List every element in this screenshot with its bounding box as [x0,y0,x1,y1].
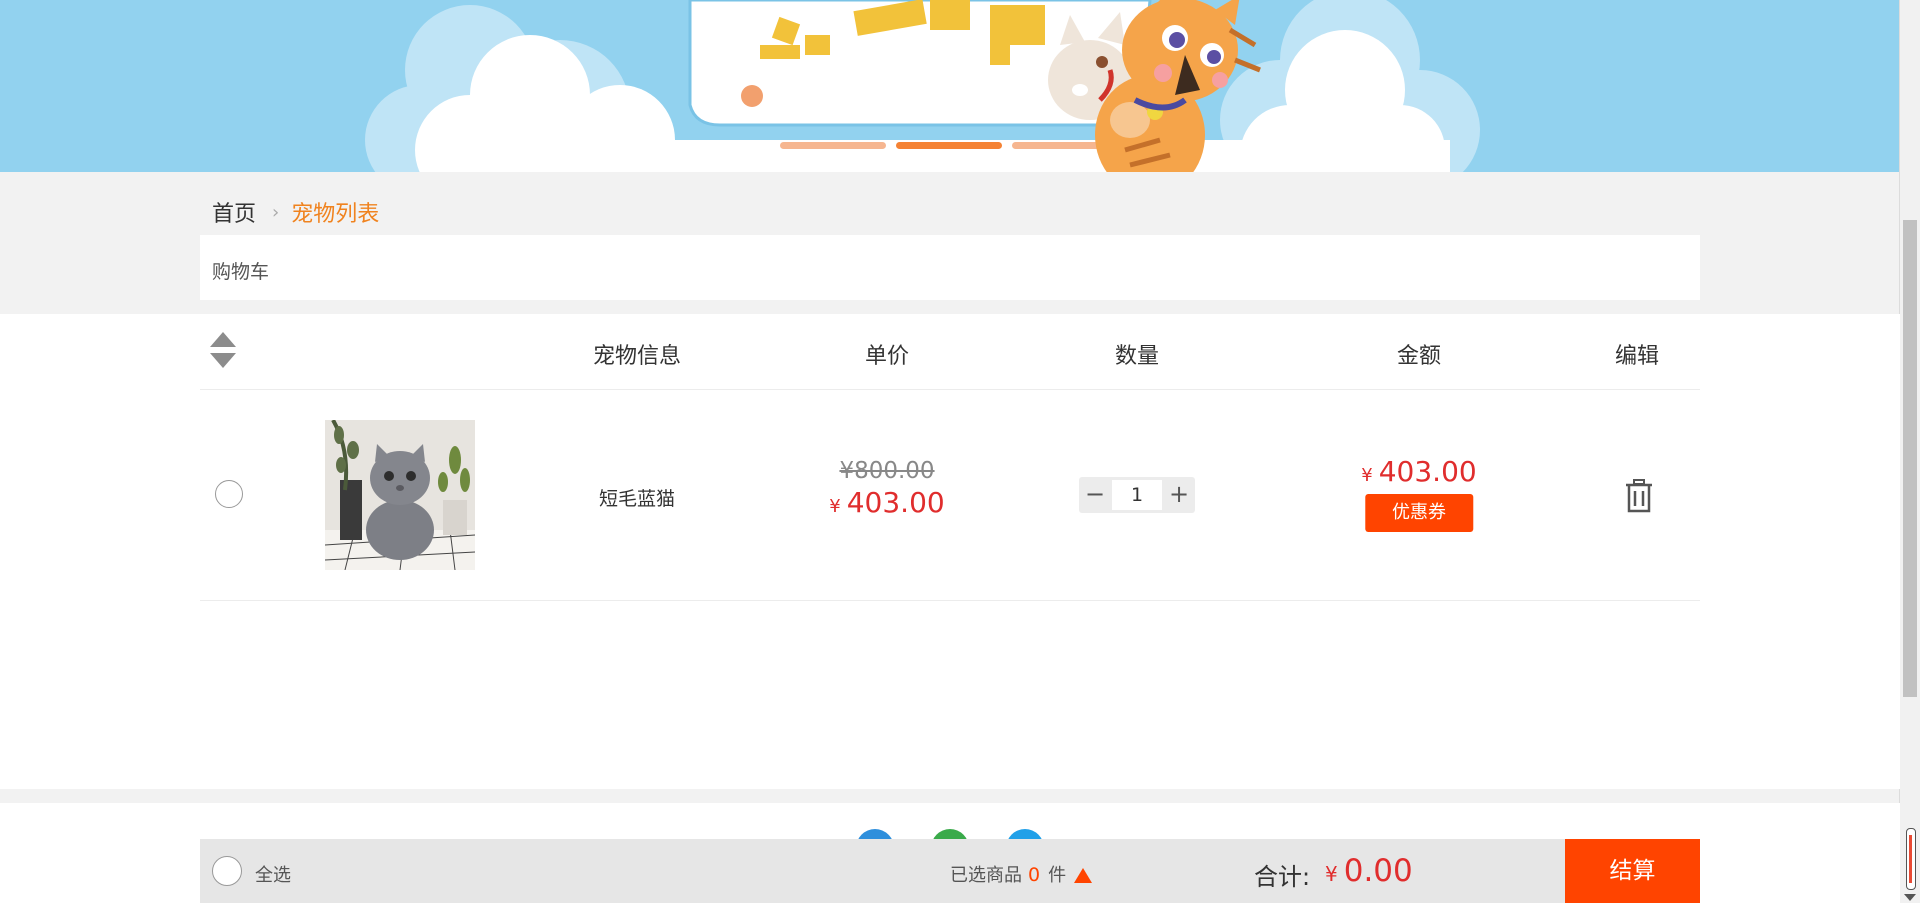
checkout-bar: 全选 已选商品 0 件 合计: ¥0.00 结算 [200,839,1700,903]
checkout-button[interactable]: 结算 [1565,839,1700,903]
breadcrumb-home-link[interactable]: 首页 [212,196,256,228]
selected-unit: 件 [1048,865,1067,886]
select-all-radio[interactable] [212,856,242,886]
amount-cell: ¥403.00 优惠券 [1361,455,1477,532]
header-pet-info: 宠物信息 [592,344,682,369]
quantity-decrease-button[interactable]: − [1079,477,1111,513]
total-amount-value: 0.00 [1343,853,1413,889]
item-select-radio[interactable] [215,480,243,508]
quantity-increase-button[interactable]: + [1163,477,1195,513]
cart-main: 宠物信息 单价 数量 金额 编辑 短毛蓝猫 ¥800.00 ¥ 403.00 −… [0,314,1900,789]
discount-price: ¥403.00 [829,486,944,519]
breadcrumb-current[interactable]: 宠物列表 [291,196,379,228]
quantity-stepper[interactable]: − 1 + [1079,477,1195,513]
scroll-down-arrow-icon[interactable] [1904,894,1916,901]
header-edit: 编辑 [1614,344,1660,369]
delete-trash-icon[interactable] [1623,478,1655,514]
unit-price-cell: ¥800.00 ¥403.00 [829,458,944,519]
header-unit-price: 单价 [864,344,910,369]
total-label: 合计: [1254,863,1311,891]
breadcrumb-separator-icon: › [272,201,280,223]
breadcrumb: 首页 › 宠物列表 [212,196,379,228]
item-amount: ¥403.00 [1361,455,1476,488]
select-all-label[interactable]: 全选 [255,861,291,887]
original-price: ¥800.00 [839,458,935,484]
quantity-input[interactable]: 1 [1112,480,1162,510]
scrollbar-thumb[interactable] [1903,220,1917,697]
banner-illustration [0,0,1900,172]
currency-symbol: ¥ [1361,465,1373,486]
pet-thumbnail[interactable] [325,420,475,570]
cart-title-box: 购物车 [200,235,1700,300]
pet-name[interactable]: 短毛蓝猫 [599,484,675,511]
cart-title: 购物车 [212,261,270,283]
expand-up-icon[interactable] [1074,868,1093,883]
slide-indicator-1 [780,142,886,149]
selected-count: 0 [1028,864,1041,886]
unit-price-value: 403.00 [846,486,945,519]
total-amount: ¥0.00 [1325,853,1413,889]
cart-item-row: 短毛蓝猫 ¥800.00 ¥403.00 − 1 + ¥403.00 优惠券 [200,390,1700,601]
currency-symbol: ¥ [829,496,841,517]
cart-table-header: 宠物信息 单价 数量 金额 编辑 [200,314,1700,390]
selected-prefix: 已选商品 [950,865,1022,886]
hero-banner[interactable] [0,0,1900,172]
kitten-photo-icon [325,420,475,570]
coupon-button[interactable]: 优惠券 [1365,494,1473,532]
vertical-scrollbar[interactable] [1899,0,1920,903]
header-quantity: 数量 [1114,344,1160,369]
thermometer-icon [1906,828,1916,890]
sort-icon[interactable] [210,332,236,370]
item-amount-value: 403.00 [1378,455,1477,488]
slide-indicator-2 [896,142,1002,149]
selected-items-summary[interactable]: 已选商品 0 件 [950,861,1093,887]
header-amount: 金额 [1396,344,1442,369]
currency-symbol: ¥ [1325,862,1338,886]
trash-icon [1626,479,1652,513]
